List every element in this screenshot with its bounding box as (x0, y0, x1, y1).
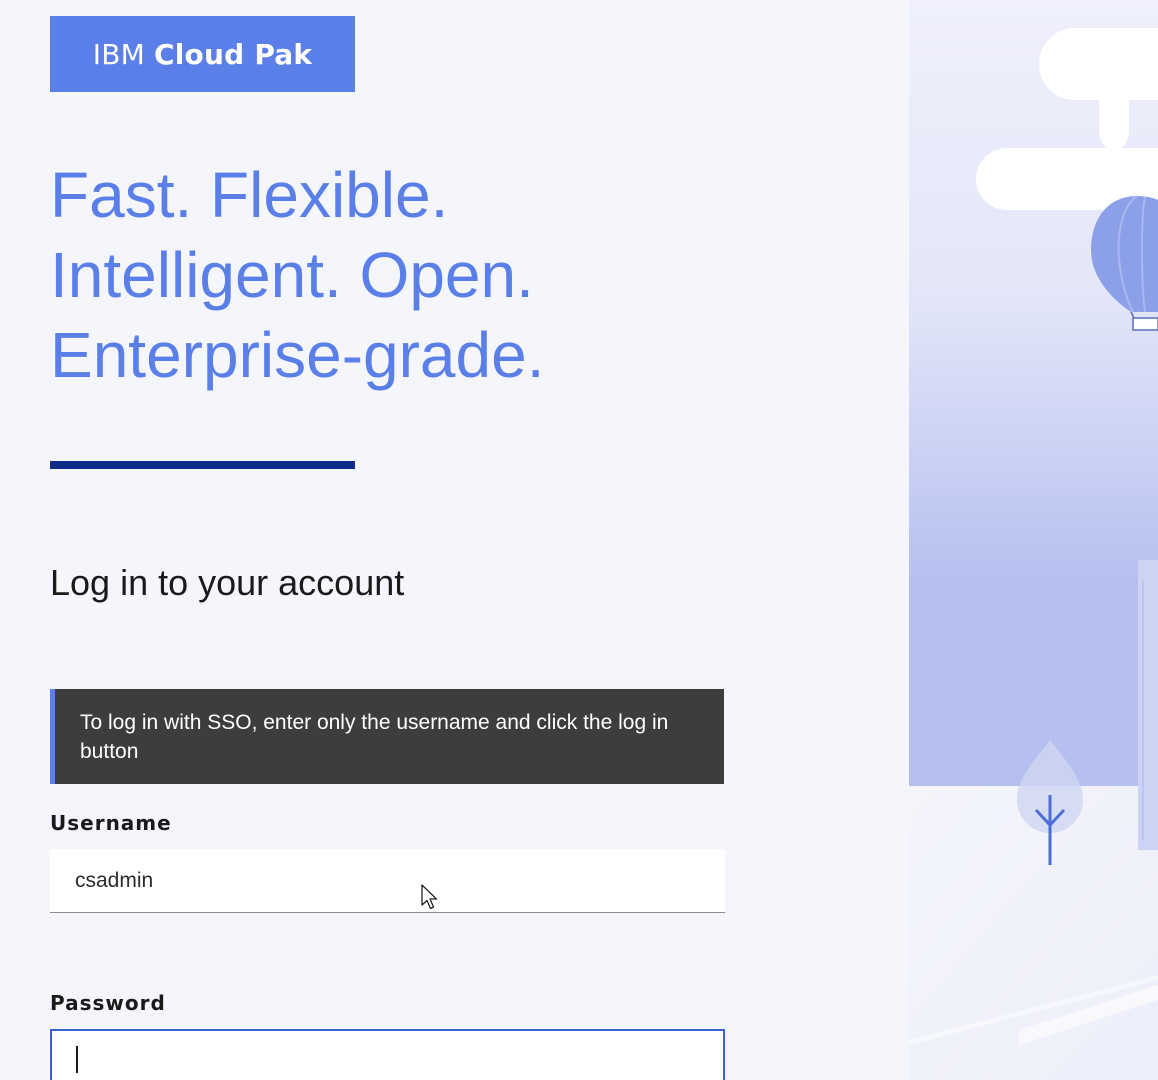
login-page: IBM Cloud Pak Fast. Flexible. Intelligen… (0, 0, 1158, 1080)
hero-divider (50, 461, 355, 469)
username-label: Username (50, 811, 172, 835)
hero-line-3: Enterprise-grade. (50, 319, 545, 391)
password-label: Password (50, 991, 166, 1015)
hero-tagline: Fast. Flexible. Intelligent. Open. Enter… (50, 155, 544, 395)
password-input[interactable] (50, 1029, 725, 1080)
brand-logo: IBM Cloud Pak (50, 16, 355, 92)
hero-line-2: Intelligent. Open. (50, 239, 534, 311)
mouse-pointer-icon (421, 884, 438, 910)
username-input[interactable] (50, 849, 725, 913)
hero-line-1: Fast. Flexible. (50, 159, 449, 231)
text-caret (76, 1046, 78, 1073)
building-shape (1138, 560, 1158, 850)
brand-name-light: IBM (92, 37, 146, 71)
brand-name-bold: Cloud Pak (154, 37, 313, 71)
login-title: Log in to your account (50, 562, 405, 603)
decorative-illustration (909, 0, 1158, 1080)
ground-area (909, 786, 1158, 1080)
sso-notice: To log in with SSO, enter only the usern… (50, 689, 724, 784)
